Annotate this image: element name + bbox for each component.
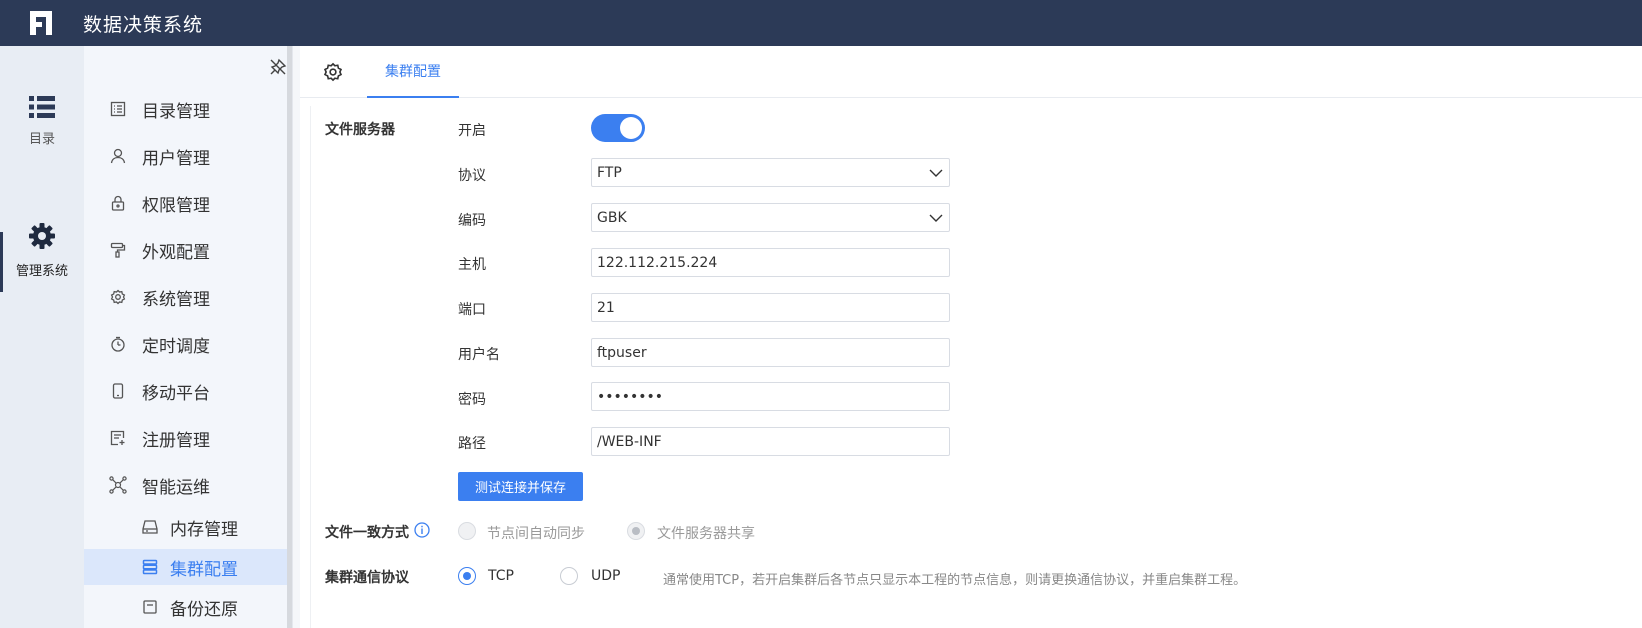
host-label: 主机: [458, 257, 486, 273]
sidebar-item-label: 外观配置: [142, 242, 210, 263]
info-icon[interactable]: [414, 522, 430, 538]
chevron-down-icon: [929, 214, 943, 222]
tcp-label: TCP: [488, 568, 514, 584]
sidebar-item-label: 集群配置: [170, 559, 238, 580]
top-bar: 数据决策系统: [0, 0, 1642, 46]
sidebar-item-register[interactable]: 注册管理: [84, 420, 288, 456]
app-title: 数据决策系统: [83, 13, 204, 36]
timer-icon: [111, 336, 125, 352]
communication-hint: 通常使用TCP，若开启集群后各节点只显示本工程的节点信息，则请更换通信协议，并重…: [663, 573, 1247, 588]
enable-label: 开启: [458, 123, 486, 139]
username-label: 用户名: [458, 347, 500, 363]
app-logo-icon: [30, 11, 52, 35]
list-icon: [29, 96, 55, 118]
password-label: 密码: [458, 392, 486, 408]
path-label: 路径: [458, 436, 486, 452]
sidebar-item-label: 定时调度: [142, 336, 210, 357]
protocol-label: 协议: [458, 168, 486, 184]
encoding-label: 编码: [458, 213, 486, 229]
register-icon: [110, 430, 125, 446]
unpin-icon[interactable]: [269, 58, 287, 76]
rail-item-management[interactable]: 管理系统: [0, 222, 84, 279]
memory-icon: [142, 520, 158, 534]
sidebar-subitem-memory[interactable]: 内存管理: [84, 509, 288, 545]
tab-cluster-config[interactable]: 集群配置: [367, 46, 459, 98]
sidebar-item-ops[interactable]: 智能运维: [84, 467, 288, 503]
username-input[interactable]: ftpuser: [591, 338, 950, 367]
mobile-icon: [112, 383, 124, 399]
sidebar-item-mobile[interactable]: 移动平台: [84, 373, 288, 409]
port-input[interactable]: 21: [591, 293, 950, 322]
settings-form: 文件服务器 开启 协议 FTP 编码 GBK 主机 122.112.215.22…: [310, 106, 1642, 628]
consistency-section-label: 文件一致方式: [325, 525, 409, 541]
encoding-select[interactable]: GBK: [591, 203, 950, 232]
sidebar-item-schedule[interactable]: 定时调度: [84, 326, 288, 362]
sidebar-item-label: 备份还原: [170, 599, 238, 620]
settings-tab-icon[interactable]: [323, 62, 343, 82]
udp-label: UDP: [591, 568, 621, 584]
sidebar-item-label: 智能运维: [142, 477, 210, 498]
consistency-shared-radio[interactable]: [627, 522, 645, 540]
catalog-icon: [110, 101, 126, 117]
rail-item-catalog[interactable]: 目录: [0, 96, 84, 147]
sidebar-item-system[interactable]: 系统管理: [84, 279, 288, 315]
sidebar-item-label: 用户管理: [142, 148, 210, 169]
tab-bar: 集群配置: [300, 46, 1642, 98]
sidebar-scrollbar[interactable]: [287, 46, 292, 628]
chevron-down-icon: [929, 169, 943, 177]
rail-label-management: 管理系统: [15, 264, 68, 279]
protocol-value: FTP: [597, 164, 622, 181]
consistency-auto-radio[interactable]: [458, 522, 476, 540]
sidebar-item-label: 移动平台: [142, 383, 210, 404]
left-rail: 目录 管理系统: [0, 46, 84, 628]
sidebar-item-catalog[interactable]: 目录管理: [84, 91, 288, 127]
password-input[interactable]: ••••••••: [591, 382, 950, 411]
sidebar-item-users[interactable]: 用户管理: [84, 138, 288, 174]
consistency-shared-label: 文件服务器共享: [657, 526, 755, 542]
toggle-knob: [620, 117, 642, 139]
protocol-select[interactable]: FTP: [591, 158, 950, 187]
sidebar-item-appearance[interactable]: 外观配置: [84, 232, 288, 268]
test-connection-save-button[interactable]: 测试连接并保存: [458, 472, 583, 501]
sidebar-item-permissions[interactable]: 权限管理: [84, 185, 288, 221]
user-icon: [110, 148, 126, 164]
encoding-value: GBK: [597, 209, 627, 226]
sidebar-item-label: 内存管理: [170, 519, 238, 540]
path-input[interactable]: /WEB-INF: [591, 427, 950, 456]
host-input[interactable]: 122.112.215.224: [591, 248, 950, 277]
file-server-section-label: 文件服务器: [325, 122, 395, 138]
port-label: 端口: [458, 302, 486, 318]
sidebar: 目录管理 用户管理 权限管理 外观配置 系统管理 定时调度 移动平台 注册管理 …: [84, 46, 293, 628]
tcp-radio[interactable]: [458, 567, 476, 585]
lock-icon: [111, 195, 125, 211]
cluster-icon: [142, 559, 158, 575]
consistency-auto-label: 节点间自动同步: [487, 526, 585, 542]
settings-icon: [110, 289, 126, 305]
gear-icon: [29, 223, 55, 249]
sidebar-item-label: 权限管理: [142, 195, 210, 216]
backup-icon: [143, 600, 157, 614]
file-server-toggle[interactable]: [591, 114, 645, 142]
network-icon: [109, 476, 127, 494]
main-panel: 集群配置 文件服务器 开启 协议 FTP 编码 GBK 主机 122.112.2…: [300, 46, 1642, 628]
paint-roller-icon: [110, 242, 126, 258]
rail-label-catalog: 目录: [28, 132, 55, 147]
sidebar-subitem-cluster[interactable]: 集群配置: [84, 549, 288, 585]
udp-radio[interactable]: [560, 567, 578, 585]
sidebar-item-label: 目录管理: [142, 101, 210, 122]
sidebar-subitem-backup[interactable]: 备份还原: [84, 589, 288, 625]
sidebar-item-label: 注册管理: [142, 430, 210, 451]
sidebar-item-label: 系统管理: [142, 289, 210, 310]
communication-section-label: 集群通信协议: [325, 570, 409, 586]
